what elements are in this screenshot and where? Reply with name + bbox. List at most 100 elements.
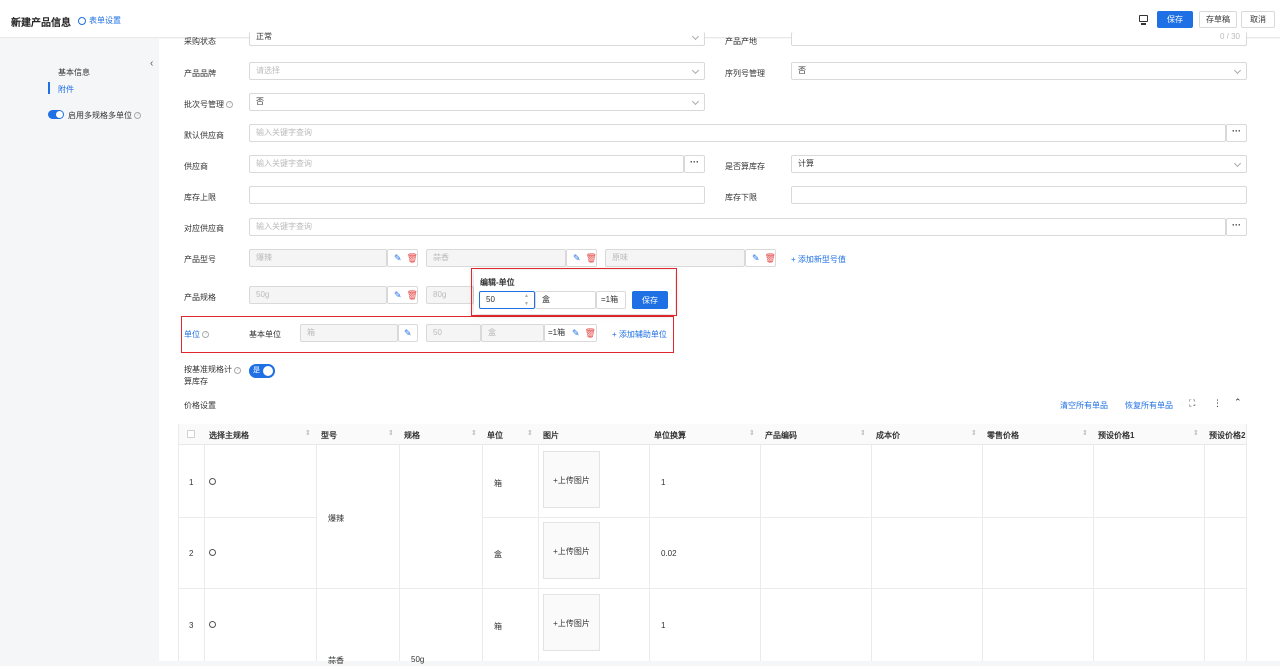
- origin-label: 产品产地: [725, 37, 757, 46]
- sort-icon[interactable]: ⇕: [971, 429, 977, 437]
- form-settings-link[interactable]: 表单设置: [78, 15, 121, 26]
- purchase-status-select[interactable]: 正常: [249, 32, 705, 46]
- monitor-icon[interactable]: [1139, 15, 1148, 25]
- edit-icon[interactable]: ✎: [752, 250, 760, 266]
- cancel-button[interactable]: 取消: [1241, 11, 1275, 28]
- save-draft-button[interactable]: 存草稿: [1199, 11, 1237, 28]
- batch-mgmt-label: 批次号管理 ?: [184, 99, 234, 110]
- select-all-checkbox[interactable]: [187, 430, 195, 438]
- stock-lower-input[interactable]: [791, 186, 1247, 204]
- grid-line: [178, 517, 316, 518]
- unit-cell: 盒: [494, 550, 502, 559]
- default-supplier-label: 默认供应商: [184, 131, 224, 140]
- brand-label: 产品品牌: [184, 69, 216, 78]
- unit-ratio-cell: 1: [661, 478, 666, 487]
- corresponding-supplier-input[interactable]: 输入关键字查询: [249, 218, 1226, 236]
- save-button[interactable]: 保存: [1157, 11, 1193, 28]
- model-actions: ✎ 🗑: [566, 249, 597, 267]
- base-unit-input[interactable]: 箱: [300, 324, 398, 342]
- column-header[interactable]: 规格: [404, 430, 420, 441]
- column-header[interactable]: 产品编码: [765, 430, 797, 441]
- aux-unit-input[interactable]: 盒: [481, 324, 544, 342]
- edit-icon[interactable]: ✎: [404, 325, 412, 341]
- column-header[interactable]: 预设价格2: [1209, 430, 1245, 441]
- unit-cell: 箱: [494, 479, 502, 488]
- column-header[interactable]: 选择主规格: [209, 430, 249, 441]
- model-group-cell: 爆辣: [328, 514, 344, 523]
- grid-line: [871, 445, 872, 661]
- restore-all-link[interactable]: 恢复所有单品: [1125, 400, 1173, 411]
- more-icon[interactable]: ···: [1226, 124, 1247, 142]
- grid-line: [316, 445, 317, 661]
- unit-ratio-cell: 0.02: [661, 549, 677, 558]
- sort-icon[interactable]: ⇕: [305, 429, 311, 437]
- sort-icon[interactable]: ⇕: [471, 429, 477, 437]
- origin-input[interactable]: 0 / 30: [791, 32, 1247, 46]
- sidebar-item-attachments[interactable]: 附件: [58, 84, 74, 95]
- model-actions: ✎ 🗑: [745, 249, 776, 267]
- grid-line: [399, 445, 400, 661]
- help-icon: ?: [234, 367, 241, 374]
- multi-spec-toggle[interactable]: [48, 110, 64, 119]
- sort-icon[interactable]: ⇕: [1082, 429, 1088, 437]
- aux-qty-input[interactable]: 50: [426, 324, 481, 342]
- delete-icon[interactable]: 🗑: [407, 287, 418, 303]
- model-label: 产品型号: [184, 255, 216, 264]
- sidebar: [0, 39, 158, 661]
- model-value-input[interactable]: 原味: [605, 249, 745, 267]
- model-value-input[interactable]: 爆辣: [249, 249, 387, 267]
- edit-icon[interactable]: ✎: [572, 325, 580, 341]
- edit-icon[interactable]: ✎: [573, 250, 581, 266]
- sort-icon[interactable]: ⇕: [1193, 429, 1199, 437]
- stock-upper-input[interactable]: [249, 186, 705, 204]
- price-settings-title: 价格设置: [184, 401, 216, 410]
- count-stock-select[interactable]: 计算: [791, 155, 1247, 173]
- more-icon[interactable]: ···: [1226, 218, 1247, 236]
- edit-icon[interactable]: ✎: [394, 287, 402, 303]
- main-spec-radio[interactable]: [209, 549, 216, 556]
- fullscreen-icon[interactable]: ⛶: [1189, 398, 1195, 409]
- brand-select[interactable]: 请选择: [249, 62, 705, 80]
- sidebar-item-basic-info[interactable]: 基本信息: [58, 67, 90, 78]
- stock-upper-label: 库存上限: [184, 193, 216, 202]
- sort-icon[interactable]: ⇕: [388, 429, 394, 437]
- column-header[interactable]: 预设价格1: [1098, 430, 1134, 441]
- sort-icon[interactable]: ⇕: [527, 429, 533, 437]
- column-settings-icon[interactable]: ⋮: [1213, 398, 1222, 409]
- column-header[interactable]: 单位换算: [654, 430, 686, 441]
- upload-image-button[interactable]: +上传图片: [543, 451, 600, 508]
- column-header[interactable]: 型号: [321, 430, 337, 441]
- more-icon[interactable]: ···: [684, 155, 705, 173]
- sidebar-active-indicator: [48, 82, 50, 94]
- delete-icon[interactable]: 🗑: [586, 250, 597, 266]
- add-model-link[interactable]: + 添加新型号值: [791, 254, 846, 265]
- spec-value-input[interactable]: 50g: [249, 286, 387, 304]
- sort-icon[interactable]: ⇕: [860, 429, 866, 437]
- spec-value-input[interactable]: 80g: [426, 286, 474, 304]
- delete-icon[interactable]: 🗑: [407, 250, 418, 266]
- model-value-input[interactable]: 蒜香: [426, 249, 566, 267]
- default-supplier-input[interactable]: 输入关键字查询: [249, 124, 1226, 142]
- batch-mgmt-select[interactable]: 否: [249, 93, 705, 111]
- clear-all-link[interactable]: 清空所有单品: [1060, 400, 1108, 411]
- edit-icon[interactable]: ✎: [394, 250, 402, 266]
- sort-icon[interactable]: ⇕: [749, 429, 755, 437]
- calc-by-base-toggle[interactable]: 是: [249, 364, 275, 378]
- page-title: 新建产品信息: [11, 18, 71, 29]
- supplier-input[interactable]: 输入关键字查询: [249, 155, 684, 173]
- upload-image-button[interactable]: +上传图片: [543, 522, 600, 579]
- row-index: 1: [189, 478, 194, 487]
- column-header[interactable]: 零售价格: [987, 430, 1019, 441]
- delete-icon[interactable]: 🗑: [585, 325, 596, 341]
- add-aux-unit-link[interactable]: + 添加辅助单位: [612, 329, 667, 340]
- column-header[interactable]: 成本价: [876, 430, 900, 441]
- collapse-up-icon[interactable]: ⌃: [1234, 397, 1242, 408]
- grid-line: [178, 424, 179, 661]
- column-header[interactable]: 单位: [487, 430, 503, 441]
- delete-icon[interactable]: 🗑: [765, 250, 776, 266]
- serial-mgmt-select[interactable]: 否: [791, 62, 1247, 80]
- main-spec-radio[interactable]: [209, 621, 216, 628]
- main-spec-radio[interactable]: [209, 478, 216, 485]
- upload-image-button[interactable]: +上传图片: [543, 594, 600, 651]
- column-header[interactable]: 图片: [543, 430, 559, 441]
